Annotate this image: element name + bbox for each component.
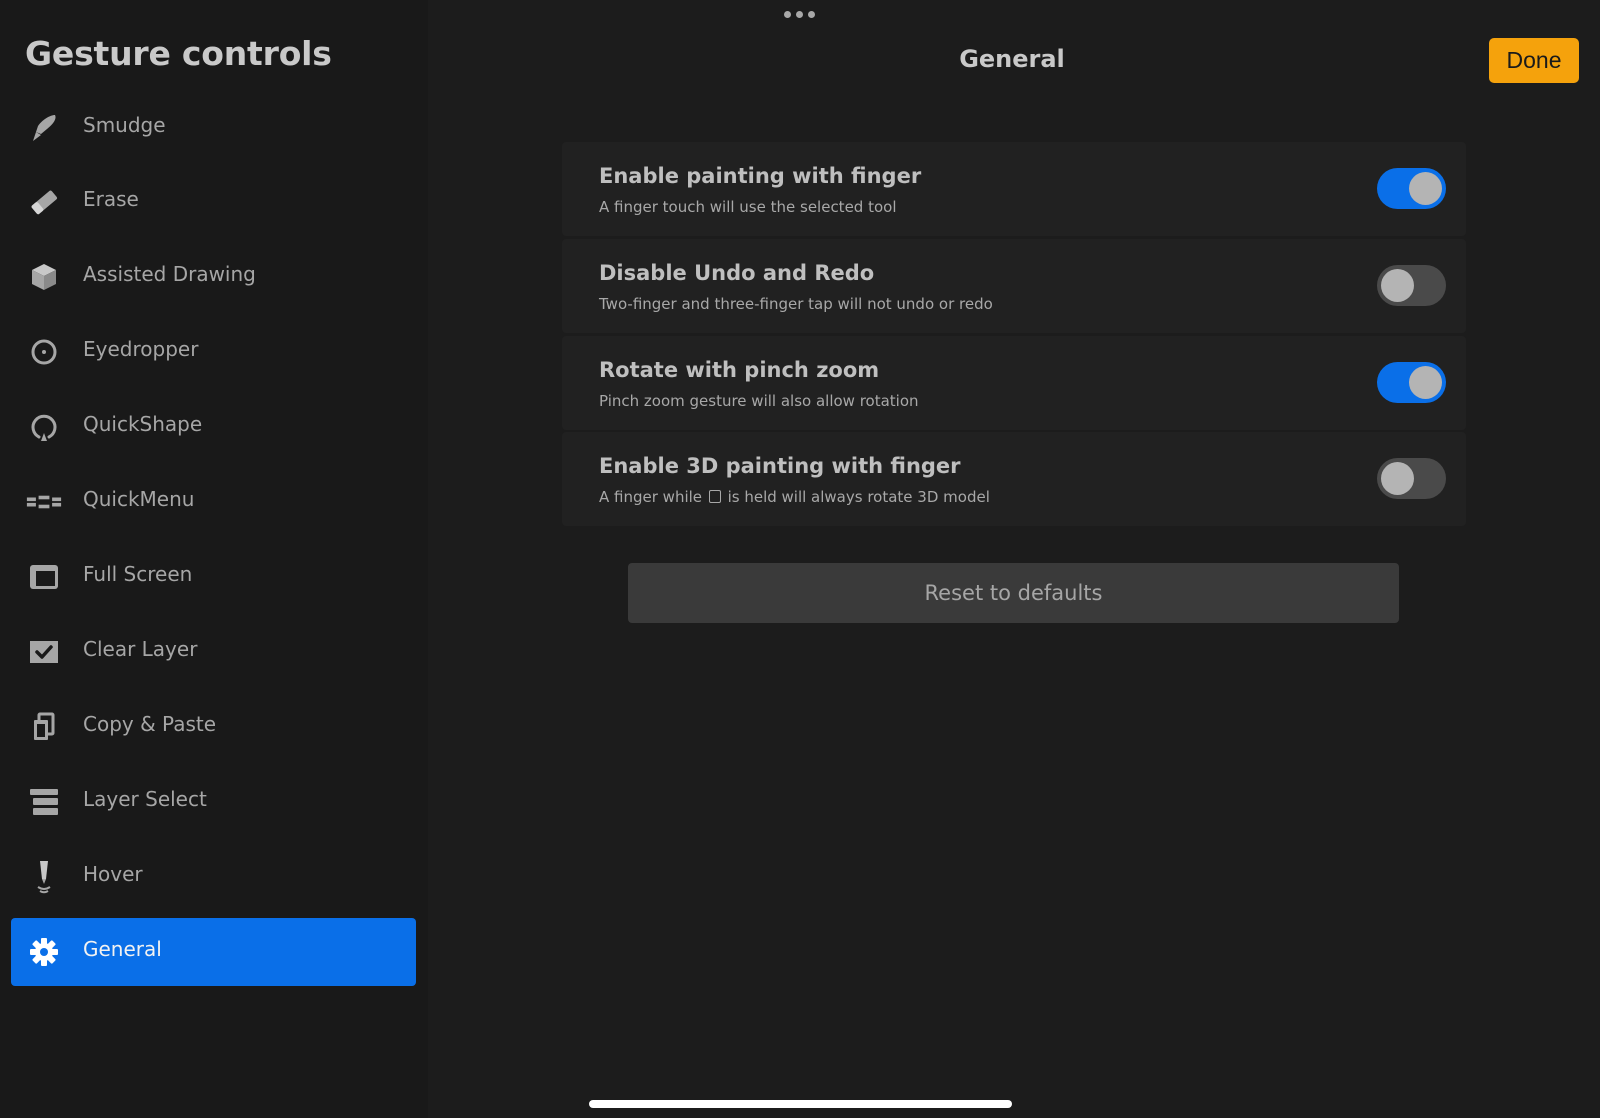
description-part: is held will always rotate 3D model <box>727 488 990 506</box>
dot <box>796 11 803 18</box>
reset-to-defaults-button[interactable]: Reset to defaults <box>628 563 1399 623</box>
cube-icon <box>26 259 62 295</box>
sidebar-item-label: Erase <box>83 187 139 211</box>
page-title: General <box>959 45 1065 73</box>
toggle-switch[interactable] <box>1377 168 1446 209</box>
setting-description: Two-finger and three-finger tap will not… <box>599 295 993 313</box>
sidebar-item-label: Eyedropper <box>83 337 199 361</box>
sidebar-title: Gesture controls <box>25 34 332 73</box>
sidebar-item-label: Hover <box>83 862 143 886</box>
done-button[interactable]: Done <box>1489 38 1579 83</box>
sidebar-item-hover[interactable]: Hover <box>11 843 416 911</box>
setting-description: A finger touch will use the selected too… <box>599 198 897 216</box>
square-icon <box>708 490 721 503</box>
sidebar-item-clear-layer[interactable]: Clear Layer <box>11 618 416 686</box>
sidebar-item-layer-select[interactable]: Layer Select <box>11 768 416 836</box>
toggle-knob <box>1409 172 1442 205</box>
sidebar-item-smudge[interactable]: Smudge <box>11 94 416 162</box>
sidebar-item-erase[interactable]: Erase <box>11 168 416 236</box>
sidebar-item-label: General <box>83 937 162 961</box>
toggle-switch[interactable] <box>1377 362 1446 403</box>
smudge-icon <box>26 110 62 146</box>
sidebar-item-label: Assisted Drawing <box>83 262 256 286</box>
gear-icon <box>26 934 62 970</box>
setting-enable-painting-with-finger: Enable painting with finger A finger tou… <box>562 142 1466 236</box>
sidebar-item-full-screen[interactable]: Full Screen <box>11 543 416 611</box>
dot <box>808 11 815 18</box>
sidebar-item-label: Copy & Paste <box>83 712 217 736</box>
sidebar-item-copy-paste[interactable]: Copy & Paste <box>11 693 416 761</box>
setting-title: Rotate with pinch zoom <box>599 358 880 382</box>
copy-paste-icon <box>26 709 62 745</box>
app-window: Gesture controls Smudge Erase Assisted D… <box>0 0 1600 1118</box>
hover-icon <box>26 859 62 895</box>
sidebar-item-quickmenu[interactable]: QuickMenu <box>11 468 416 536</box>
home-indicator[interactable] <box>589 1100 1012 1108</box>
sidebar-item-quickshape[interactable]: QuickShape <box>11 393 416 461</box>
setting-title: Enable 3D painting with finger <box>599 454 961 478</box>
description-part: A finger while <box>599 488 703 506</box>
clear-layer-icon <box>26 634 62 670</box>
eraser-icon <box>26 184 62 220</box>
sidebar-item-label: Clear Layer <box>83 637 198 661</box>
sidebar-item-label: Smudge <box>83 113 166 137</box>
setting-disable-undo-redo: Disable Undo and Redo Two-finger and thr… <box>562 239 1466 333</box>
quickshape-icon <box>26 409 62 445</box>
sidebar-item-label: QuickShape <box>83 412 203 436</box>
toggle-knob <box>1409 366 1442 399</box>
sidebar: Gesture controls Smudge Erase Assisted D… <box>0 0 428 1118</box>
setting-enable-3d-painting-with-finger: Enable 3D painting with finger A finger … <box>562 432 1466 526</box>
setting-rotate-with-pinch-zoom: Rotate with pinch zoom Pinch zoom gestur… <box>562 336 1466 430</box>
toggle-knob <box>1381 462 1414 495</box>
full-screen-icon <box>26 559 62 595</box>
sidebar-item-eyedropper[interactable]: Eyedropper <box>11 318 416 386</box>
sidebar-item-label: Layer Select <box>83 787 207 811</box>
setting-description: A finger while is held will always rotat… <box>599 488 990 506</box>
sidebar-item-label: QuickMenu <box>83 487 195 511</box>
multitasking-dots[interactable] <box>784 11 815 18</box>
setting-title: Enable painting with finger <box>599 164 922 188</box>
toggle-knob <box>1381 269 1414 302</box>
toggle-switch[interactable] <box>1377 458 1446 499</box>
layer-select-icon <box>26 784 62 820</box>
toggle-switch[interactable] <box>1377 265 1446 306</box>
quickmenu-icon <box>26 484 62 520</box>
eyedropper-icon <box>26 334 62 370</box>
dot <box>784 11 791 18</box>
setting-title: Disable Undo and Redo <box>599 261 875 285</box>
setting-description: Pinch zoom gesture will also allow rotat… <box>599 392 919 410</box>
sidebar-item-assisted-drawing[interactable]: Assisted Drawing <box>11 243 416 311</box>
sidebar-item-general[interactable]: General <box>11 918 416 986</box>
sidebar-item-label: Full Screen <box>83 562 193 586</box>
